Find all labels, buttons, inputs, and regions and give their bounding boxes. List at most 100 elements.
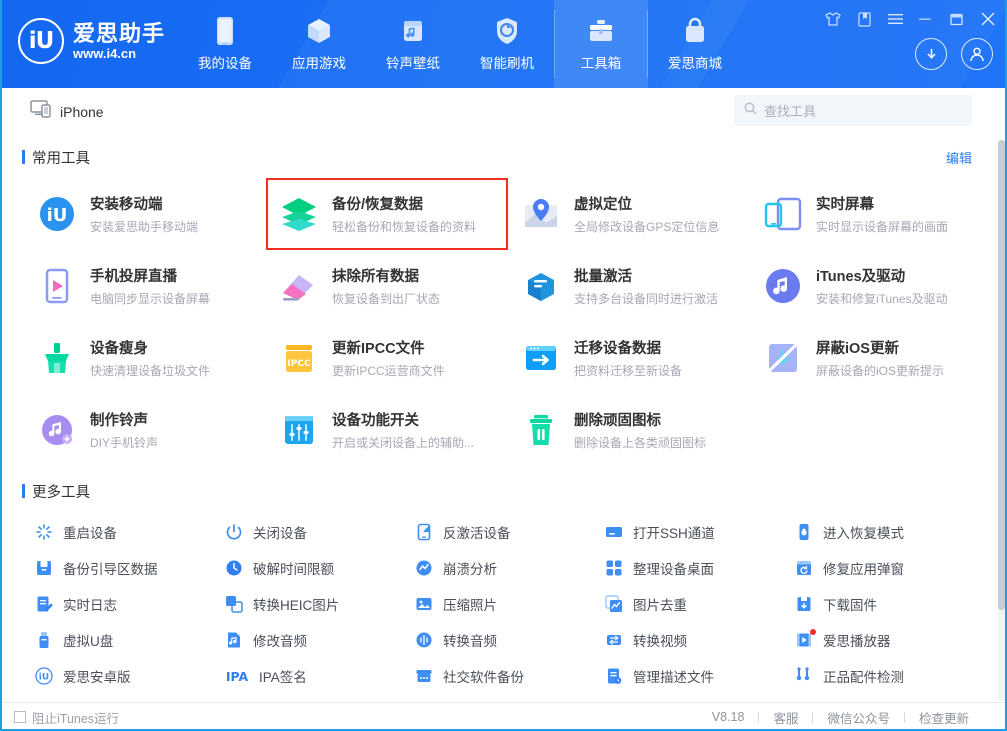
more-item-compress-photo[interactable]: 压缩照片	[414, 586, 604, 622]
card-sub: 实时显示设备屏幕的画面	[816, 220, 949, 234]
more-label: 转换视频	[633, 634, 687, 649]
more-item-dedupe-photos[interactable]: 图片去重	[604, 586, 794, 622]
more-item-manage-profiles[interactable]: 管理描述文件	[604, 658, 794, 694]
tool-card-virtual-location[interactable]: 虚拟定位 全局修改设备GPS定位信息	[508, 178, 750, 250]
tool-card-device-switches[interactable]: 设备功能开关 开启或关闭设备上的辅助...	[266, 394, 508, 466]
more-item-ipa-sign[interactable]: IPA IPA签名	[224, 658, 414, 694]
card-title: 更新IPCC文件	[332, 341, 425, 357]
device-selector[interactable]: iPhone	[30, 100, 104, 123]
more-item-backup-boot-data[interactable]: 备份引导区数据	[34, 550, 224, 586]
itunes-icon	[762, 265, 804, 307]
more-item-organize-desktop[interactable]: 整理设备桌面	[604, 550, 794, 586]
more-item-realtime-log[interactable]: 实时日志	[34, 586, 224, 622]
card-sub: 快速清理设备垃圾文件	[90, 364, 211, 378]
tool-card-migrate-data[interactable]: 迁移设备数据 把资料迁移至新设备	[508, 322, 750, 394]
dedupe-photo-icon	[604, 594, 624, 614]
bookmark-icon[interactable]	[855, 10, 873, 28]
check-update-link[interactable]: 检查更新	[905, 708, 983, 727]
nav-item-apps-games[interactable]: 应用游戏	[272, 0, 366, 88]
shopping-bag-icon	[682, 16, 708, 46]
scrollbar-thumb[interactable]	[998, 140, 1005, 610]
card-sub: 安装爱思助手移动端	[90, 220, 199, 234]
card-sub: 轻松备份和恢复设备的资料	[332, 220, 477, 234]
support-link[interactable]: 客服	[759, 708, 812, 727]
skin-icon[interactable]	[824, 10, 842, 28]
tools-content: 常用工具 编辑 iU 安装移动端 安装爱思助手移动端 备份/恢复数据 轻松备份和…	[0, 134, 1007, 702]
logo-name: 爱思助手	[73, 20, 166, 46]
more-item-convert-heic[interactable]: 转换HEIC图片	[224, 586, 414, 622]
more-item-restart-device[interactable]: 重启设备	[34, 514, 224, 550]
box-activate-icon	[520, 265, 562, 307]
nav-label: 工具箱	[580, 56, 622, 71]
nav-item-my-device[interactable]: 我的设备	[178, 0, 272, 88]
card-title: 手机投屏直播	[90, 269, 177, 285]
recovery-icon	[794, 522, 814, 542]
block-itunes-toggle[interactable]: 阻止iTunes运行	[14, 708, 119, 727]
more-item-edit-audio[interactable]: 修改音频	[224, 622, 414, 658]
download-icon[interactable]	[915, 38, 947, 70]
main-nav: 我的设备 应用游戏 铃声壁纸 智能刷机 工具箱 爱思商城	[178, 0, 742, 88]
header-round-buttons	[915, 38, 993, 70]
tool-card-make-ringtone[interactable]: 制作铃声 DIY手机铃声	[24, 394, 266, 466]
more-item-convert-video[interactable]: 转换视频	[604, 622, 794, 658]
tool-card-realtime-screen[interactable]: 实时屏幕 实时显示设备屏幕的画面	[750, 178, 992, 250]
logo-text: 爱思助手 www.i4.cn	[73, 22, 165, 61]
tool-card-device-slim[interactable]: 设备瘦身 快速清理设备垃圾文件	[24, 322, 266, 394]
section-accent-bar	[22, 484, 25, 498]
account-icon[interactable]	[961, 38, 993, 70]
minimize-icon[interactable]	[917, 10, 935, 28]
block-itunes-checkbox[interactable]	[14, 711, 26, 723]
more-item-virtual-usb[interactable]: 虚拟U盘	[34, 622, 224, 658]
app-logo[interactable]: iU 爱思助手 www.i4.cn	[18, 18, 165, 64]
nav-item-store[interactable]: 爱思商城	[648, 0, 742, 88]
tool-card-update-ipcc[interactable]: IPCC 更新IPCC文件 更新IPCC运营商文件	[266, 322, 508, 394]
card-title: 制作铃声	[90, 413, 148, 429]
phone-icon	[214, 16, 236, 46]
more-item-fix-app-popup[interactable]: 修复应用弹窗	[794, 550, 984, 586]
maximize-icon[interactable]	[948, 10, 966, 28]
more-item-convert-audio[interactable]: 转换音频	[414, 622, 604, 658]
firmware-download-icon	[794, 594, 814, 614]
tool-card-itunes-driver[interactable]: iTunes及驱动 安装和修复iTunes及驱动	[750, 250, 992, 322]
deactivate-icon	[414, 522, 434, 542]
tool-card-batch-activate[interactable]: 批量激活 支持多台设备同时进行激活	[508, 250, 750, 322]
more-label: 正品配件检测	[823, 670, 904, 685]
card-sub: 恢复设备到出厂状态	[332, 292, 441, 306]
more-item-crash-analysis[interactable]: 崩溃分析	[414, 550, 604, 586]
more-item-i4-android[interactable]: iU 爱思安卓版	[34, 658, 224, 694]
edit-link[interactable]: 编辑	[946, 148, 972, 167]
tool-card-install-mobile[interactable]: iU 安装移动端 安装爱思助手移动端	[24, 178, 266, 250]
more-item-i4-player[interactable]: 爱思播放器	[794, 622, 984, 658]
tool-card-block-ios-update[interactable]: 屏蔽iOS更新 屏蔽设备的iOS更新提示	[750, 322, 992, 394]
fix-popup-icon	[794, 558, 814, 578]
ssh-icon	[604, 522, 624, 542]
tool-card-screen-cast[interactable]: 手机投屏直播 电脑同步显示设备屏幕	[24, 250, 266, 322]
more-item-shutdown-device[interactable]: 关闭设备	[224, 514, 414, 550]
more-item-crack-time-limit[interactable]: 破解时间限额	[224, 550, 414, 586]
content-scrollbar[interactable]	[998, 140, 1005, 700]
more-item-open-ssh[interactable]: 打开SSH通道	[604, 514, 794, 550]
nav-item-toolbox[interactable]: 工具箱	[554, 0, 648, 88]
ipcc-folder-icon: IPCC	[278, 337, 320, 379]
wechat-link[interactable]: 微信公众号	[813, 708, 904, 727]
tool-card-backup-restore[interactable]: 备份/恢复数据 轻松备份和恢复设备的资料	[266, 178, 508, 250]
more-item-social-backup[interactable]: 社交软件备份	[414, 658, 604, 694]
nav-item-smart-flash[interactable]: 智能刷机	[460, 0, 554, 88]
more-item-recovery-mode[interactable]: 进入恢复模式	[794, 514, 984, 550]
nav-item-ringtone-wallpaper[interactable]: 铃声壁纸	[366, 0, 460, 88]
more-item-deactivate-device[interactable]: 反激活设备	[414, 514, 604, 550]
more-label: 关闭设备	[253, 526, 307, 541]
menu-icon[interactable]	[886, 10, 904, 28]
more-label: 破解时间限额	[253, 562, 334, 577]
more-item-download-firmware[interactable]: 下载固件	[794, 586, 984, 622]
tool-card-erase-all[interactable]: 抹除所有数据 恢复设备到出厂状态	[266, 250, 508, 322]
more-item-accessory-check[interactable]: 正品配件检测	[794, 658, 984, 694]
tool-card-delete-stubborn-icons[interactable]: 删除顽固图标 删除设备上各类顽固图标	[508, 394, 750, 466]
search-input[interactable]: 查找工具	[764, 101, 816, 120]
search-tools-box[interactable]: 查找工具	[734, 95, 972, 126]
crash-analysis-icon	[414, 558, 434, 578]
window-controls	[824, 10, 997, 28]
player-icon	[794, 629, 816, 650]
close-icon[interactable]	[979, 10, 997, 28]
screen-mirror-icon	[762, 193, 804, 235]
